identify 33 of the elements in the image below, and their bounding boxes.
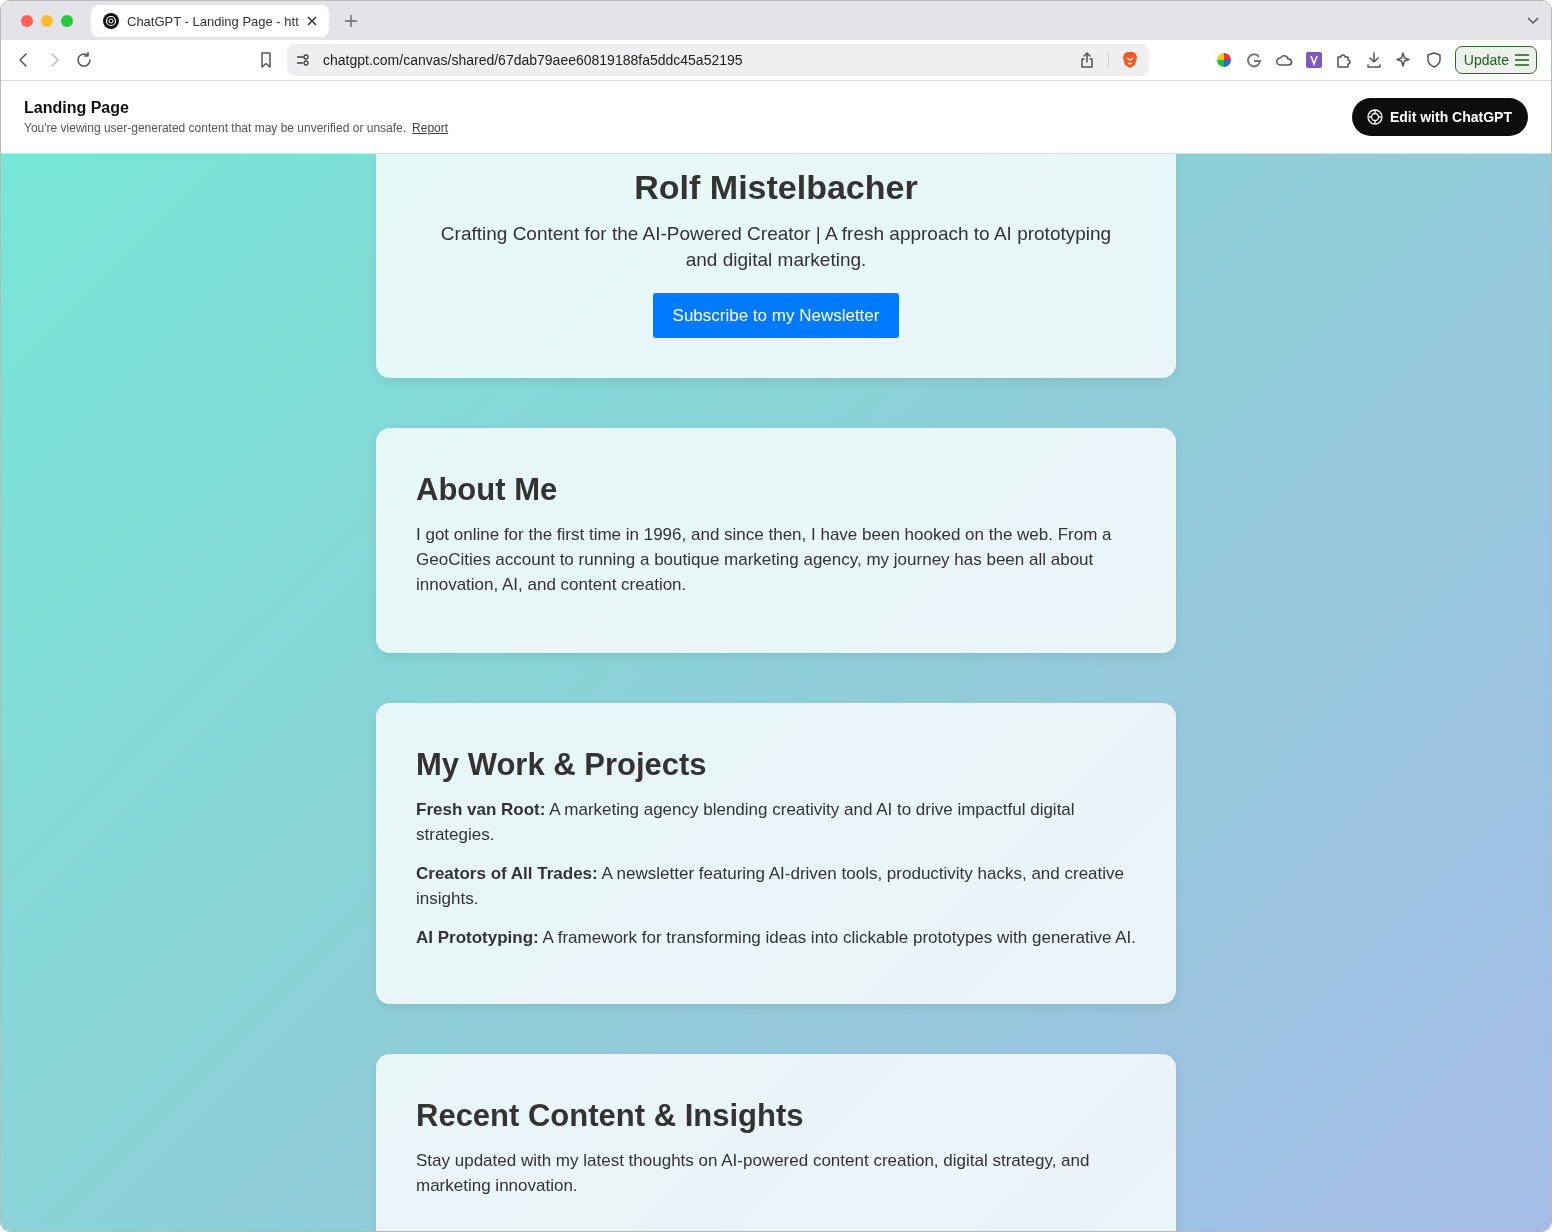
- section-heading: My Work & Projects: [416, 747, 708, 783]
- download-icon[interactable]: [1364, 51, 1383, 69]
- sliders-icon[interactable]: [295, 52, 311, 68]
- subscribe-button[interactable]: Subscribe to my Newsletter: [652, 293, 900, 338]
- reload-icon[interactable]: [75, 51, 93, 69]
- section-text: Stay updated with my latest thoughts on AI-powered content creation, digital strategy, and marketing innovation.: [416, 1150, 1091, 1197]
- sparkle-icon[interactable]: [1394, 51, 1413, 69]
- menu-icon: [1514, 54, 1530, 66]
- edit-with-chatgpt-button[interactable]: Edit with ChatGPT: [1351, 98, 1528, 136]
- puzzle-icon[interactable]: [1334, 51, 1353, 69]
- project-description: Creators of All Trades: A newsletter featuring AI-driven tools, productivity hacks, and creative insights.: [416, 863, 1126, 910]
- share-icon[interactable]: [1078, 51, 1096, 69]
- shield-icon[interactable]: [1424, 51, 1443, 69]
- browser-tab[interactable]: ChatGPT - Landing Page - htt: [91, 5, 329, 37]
- chevron-down-icon[interactable]: [1527, 16, 1539, 25]
- close-icon[interactable]: [306, 16, 317, 26]
- tagline: Crafting Content for the AI-Powered Creator | A fresh approach to AI prototyping and digital marketing.: [439, 222, 1113, 272]
- v-square-icon[interactable]: [1304, 51, 1323, 69]
- address-bar[interactable]: chatgpt.com/canvas/shared/67dab79aee60819188fa5ddc45a52195: [287, 44, 1149, 76]
- url-text: chatgpt.com/canvas/shared/67dab79aee60819188fa5ddc45a52195: [323, 52, 743, 68]
- tab-title: ChatGPT - Landing Page - htt: [127, 13, 299, 29]
- plus-icon[interactable]: [344, 14, 357, 27]
- report-link[interactable]: Report: [412, 121, 449, 135]
- section-text: I got online for the first time in 1996, and since then, I have been hooked on the web. From a GeoCities account to running a boutique marketing agency, my journey has been all about innovation, AI, and content creation.: [416, 524, 1113, 596]
- project-description: AI Prototyping: A framework for transforming ideas into clickable prototypes with generative AI.: [416, 927, 1136, 949]
- section-heading: Recent Content & Insights: [416, 1098, 805, 1134]
- safety-notice: You're viewing user-generated content that may be unverified or unsafe.: [24, 121, 407, 135]
- section-heading: About Me: [416, 472, 559, 508]
- person-name: Rolf Mistelbacher: [633, 168, 919, 207]
- project-description: Fresh van Root: A marketing agency blending creativity and AI to drive impactful digital strategies.: [416, 799, 1076, 846]
- page-title: Landing Page: [24, 99, 130, 117]
- color-wheel-icon[interactable]: [1214, 51, 1233, 69]
- update-button[interactable]: Update: [1454, 46, 1537, 74]
